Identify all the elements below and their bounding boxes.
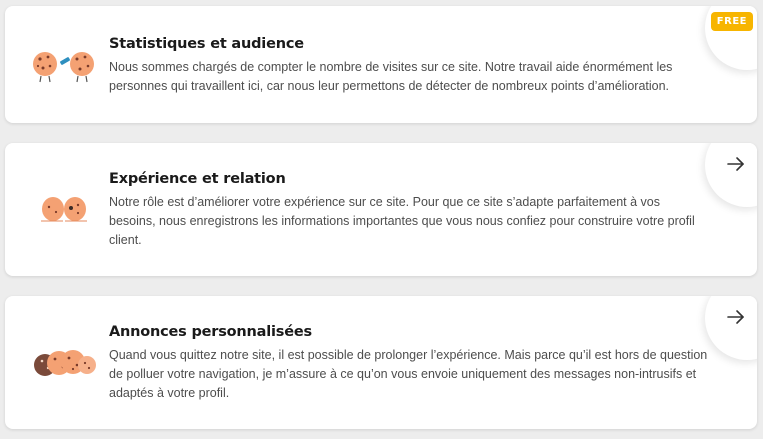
card-title: Annonces personnalisées [109, 324, 312, 340]
cookie-pair-icon [29, 185, 101, 233]
cookie-pair-telescope-icon [29, 42, 101, 90]
cookie-category-card-ads[interactable]: Annonces personnalisées Quand vous quitt… [5, 296, 757, 429]
cookie-category-card-experience[interactable]: Expérience et relation Notre rôle est d’… [5, 143, 757, 276]
arrow-right-icon[interactable] [725, 153, 747, 175]
cookie-category-card-statistics[interactable]: Statistiques et audience Nous sommes cha… [5, 6, 757, 123]
free-badge: FREE [710, 12, 753, 31]
card-description: Notre rôle est d’améliorer votre expérie… [109, 195, 695, 247]
card-title: Statistiques et audience [109, 36, 304, 52]
cookie-group-icon [29, 339, 101, 387]
card-description: Quand vous quittez notre site, il est po… [109, 348, 708, 400]
card-description: Nous sommes chargés de compter le nombre… [109, 60, 673, 93]
card-title: Expérience et relation [109, 171, 286, 187]
arrow-right-icon[interactable] [725, 306, 747, 328]
